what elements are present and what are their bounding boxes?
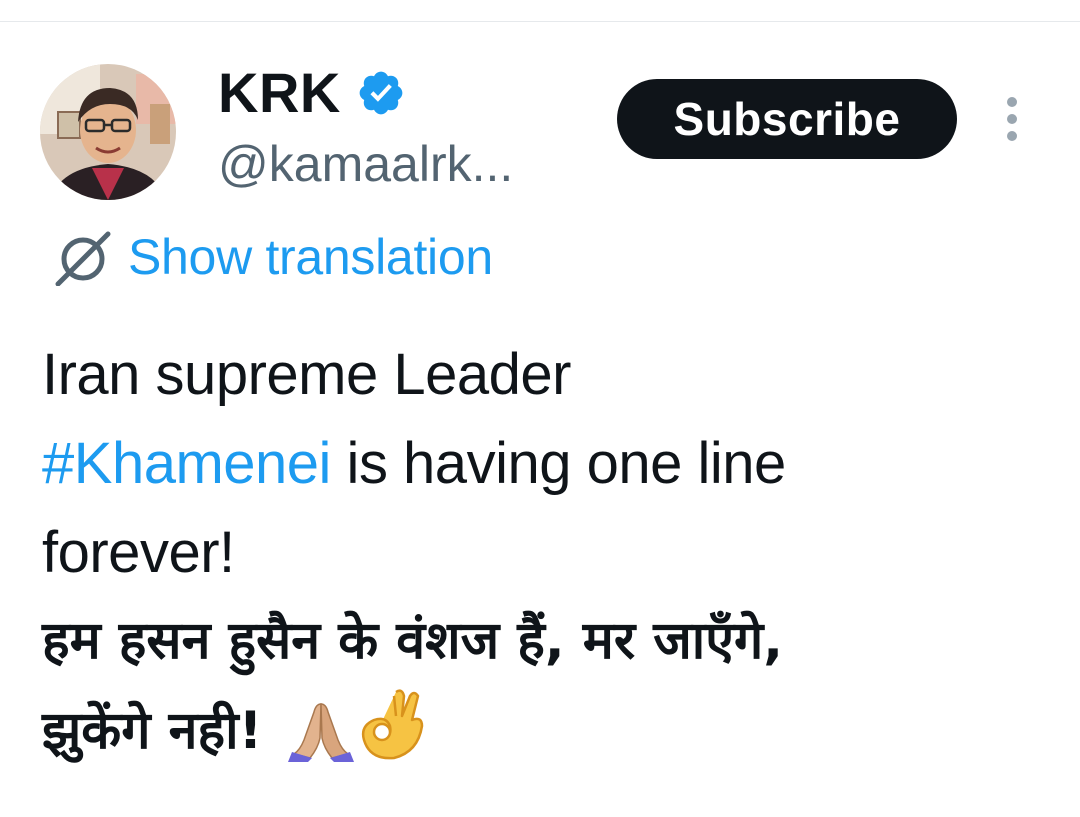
tweet-line: #Khamenei is having one line xyxy=(42,419,1052,508)
tweet-line-hindi-text: झुकेंगे नही! xyxy=(42,701,263,761)
ok-hand-emoji-icon xyxy=(362,689,424,760)
avatar[interactable] xyxy=(40,64,176,200)
hashtag-link[interactable]: #Khamenei xyxy=(42,431,331,496)
tweet-line-hindi: झुकेंगे नही! xyxy=(42,686,1052,776)
show-translation-link[interactable]: Show translation xyxy=(128,226,493,288)
tweet-line: forever! xyxy=(42,520,235,585)
tweet-line-hindi: हम हसन हुसैन के वंशज हैं, मर जाएँगे, xyxy=(42,611,784,671)
folded-hands-emoji-icon xyxy=(288,703,355,762)
author-display-name[interactable]: KRK xyxy=(218,58,341,128)
verified-badge-icon xyxy=(359,71,403,115)
globe-icon xyxy=(55,231,111,286)
top-divider xyxy=(0,21,1080,22)
tweet-line: Iran supreme Leader xyxy=(42,342,571,407)
tweet-text: Iran supreme Leader #Khamenei is having … xyxy=(42,330,1052,776)
tweet-line-rest: is having one line xyxy=(330,431,787,496)
author-handle[interactable]: @kamaalrk... xyxy=(218,132,513,196)
more-options-icon[interactable] xyxy=(1000,96,1024,142)
subscribe-button[interactable]: Subscribe xyxy=(617,79,957,159)
